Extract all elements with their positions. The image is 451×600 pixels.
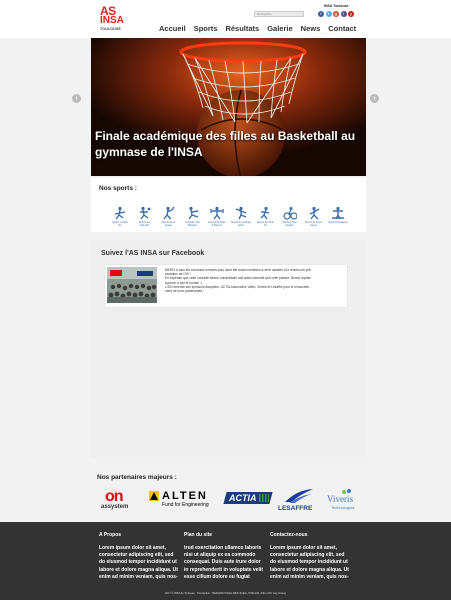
slider-prev-button[interactable]: ‹ [72, 94, 81, 103]
sport-label: Force Physique & Fitness [208, 221, 226, 227]
sport-item[interactable]: Sports Cross lointain [279, 206, 301, 227]
as-insa-logo[interactable]: AS INSA TOULOUSE [100, 5, 124, 33]
partner-viveris-logo[interactable]: Viveris Technologies [325, 488, 365, 514]
sport-item[interactable]: Sports Nautiques [327, 206, 349, 227]
sport-item[interactable]: Sports de et raquet [157, 206, 179, 227]
sport-label: Sports de et raquet [161, 221, 176, 227]
nav-item-galerie[interactable]: Galerie [267, 24, 292, 33]
outdoor-icon [260, 206, 270, 220]
search-input[interactable]: Recherche [254, 11, 304, 17]
footer-col-title: Plan du site [184, 532, 213, 538]
water-sports-icon [331, 206, 344, 220]
facebook-title: Suivez l'AS INSA sur Facebook [101, 250, 205, 257]
sport-label: Sports de Cons- cience [304, 221, 323, 227]
partner-actia-logo[interactable]: ACTIA [223, 492, 273, 506]
sport-label: Combat / Arts Martiaux [185, 221, 201, 227]
twitter-icon[interactable]: t [325, 11, 332, 17]
footer-col-text: trud exercitation ullamco laboris nisi u… [184, 545, 263, 580]
partner-logos: on assystem ALTEN Fund for Engineering A… [99, 488, 364, 514]
facebook-post-text: MERCI à tous les nouveaux entrants pour … [165, 268, 312, 294]
footer-col-title: Contactez-nous [270, 532, 308, 538]
team-sports-icon [140, 206, 151, 220]
fitness-icon [210, 206, 224, 220]
nav-item-accueil[interactable]: Accueil [159, 24, 186, 33]
youtube-icon[interactable]: y [348, 11, 354, 17]
sports-title: Nos sports : [99, 185, 137, 192]
facebook-icon[interactable]: f [318, 11, 324, 17]
sport-item[interactable]: Combat / Arts Martiaux [182, 206, 204, 227]
sports-section: Nos sports : Sports à effort fini Sports … [91, 178, 366, 232]
racket-sports-icon [163, 206, 176, 220]
sport-label: Sports de pratique artist. [230, 221, 252, 227]
sport-item[interactable]: Sports de pratique artist. [230, 206, 252, 227]
sport-label: Sports de collectifs [138, 221, 150, 227]
partner-assystem-logo[interactable]: on assystem [99, 488, 143, 514]
sport-item[interactable]: Sports à effort fini [109, 206, 131, 227]
site-footer: A Propos Lorem ipsum dolor sit amet, con… [0, 522, 451, 600]
copyright: 2017 © INSA de Toulouse · Conception : R… [165, 592, 286, 595]
climbing-icon [309, 206, 320, 220]
sport-label: Sports de Plein Air [256, 221, 274, 227]
instagram-icon[interactable]: i [340, 11, 347, 17]
footer-col-text: Lorem ipsum dolor sit amet, consectetur … [270, 545, 349, 580]
main-nav: Accueil Sports Résultats Galerie News Contact [159, 24, 356, 33]
footer-col-contact: Contactez-nous Lorem ipsum dolor sit ame… [270, 532, 350, 581]
googleplus-icon[interactable]: g [333, 11, 339, 17]
partner-alten-logo[interactable]: ALTEN Fund for Engineering [149, 490, 219, 512]
hero-slider: Finale académique des filles au Basketba… [91, 38, 366, 176]
sport-item[interactable]: Sports de Plein Air [254, 206, 276, 227]
footer-col-title: A Propos [99, 532, 122, 538]
logo-line-2: INSA [100, 15, 124, 26]
dance-icon [235, 206, 247, 220]
sport-item[interactable]: Sports de Cons- cience [303, 206, 325, 227]
slider-next-button[interactable]: › [370, 94, 379, 103]
hero-caption: Finale académique des filles au Basketba… [95, 129, 356, 159]
nav-item-sports[interactable]: Sports [194, 24, 218, 33]
sports-list: Sports à effort fini Sports de collectifs… [109, 206, 349, 227]
footer-col-sitemap: Plan du site trud exercitation ullamco l… [184, 532, 264, 581]
footer-col-text: Lorem ipsum dolor sit amet, consectetur … [99, 545, 178, 580]
sport-label: Sports à effort fini [112, 221, 128, 227]
partner-lesaffre-logo[interactable]: LESAFFRE [277, 488, 317, 514]
site-header: AS INSA TOULOUSE INSA Toulouse Recherche… [0, 0, 451, 38]
swimming-icon [114, 206, 126, 220]
sport-label: Sports Cross lointain [282, 221, 297, 227]
insa-toulouse-link[interactable]: INSA Toulouse [324, 4, 349, 8]
facebook-section: Suivez l'AS INSA sur Facebook MERCI à to [91, 240, 366, 458]
nav-item-contact[interactable]: Contact [328, 24, 356, 33]
sport-item[interactable]: Sports de collectifs [133, 206, 155, 227]
cycling-icon [282, 207, 297, 220]
footer-col-about: A Propos Lorem ipsum dolor sit amet, con… [99, 532, 179, 581]
logo-line-3: TOULOUSE [100, 27, 121, 31]
social-links: ftgiy [318, 11, 354, 17]
facebook-post[interactable]: MERCI à tous les nouveaux entrants pour … [105, 265, 347, 307]
combat-icon [188, 206, 198, 220]
sport-item[interactable]: Force Physique & Fitness [206, 206, 228, 227]
nav-item-resultats[interactable]: Résultats [225, 24, 259, 33]
facebook-post-image [107, 267, 157, 303]
sport-label: Sports Nautiques [328, 221, 348, 224]
partners-title: Nos partenaires majeurs : [97, 474, 177, 481]
nav-item-news[interactable]: News [301, 24, 321, 33]
partners-section: Nos partenaires majeurs : on assystem AL… [91, 470, 366, 522]
